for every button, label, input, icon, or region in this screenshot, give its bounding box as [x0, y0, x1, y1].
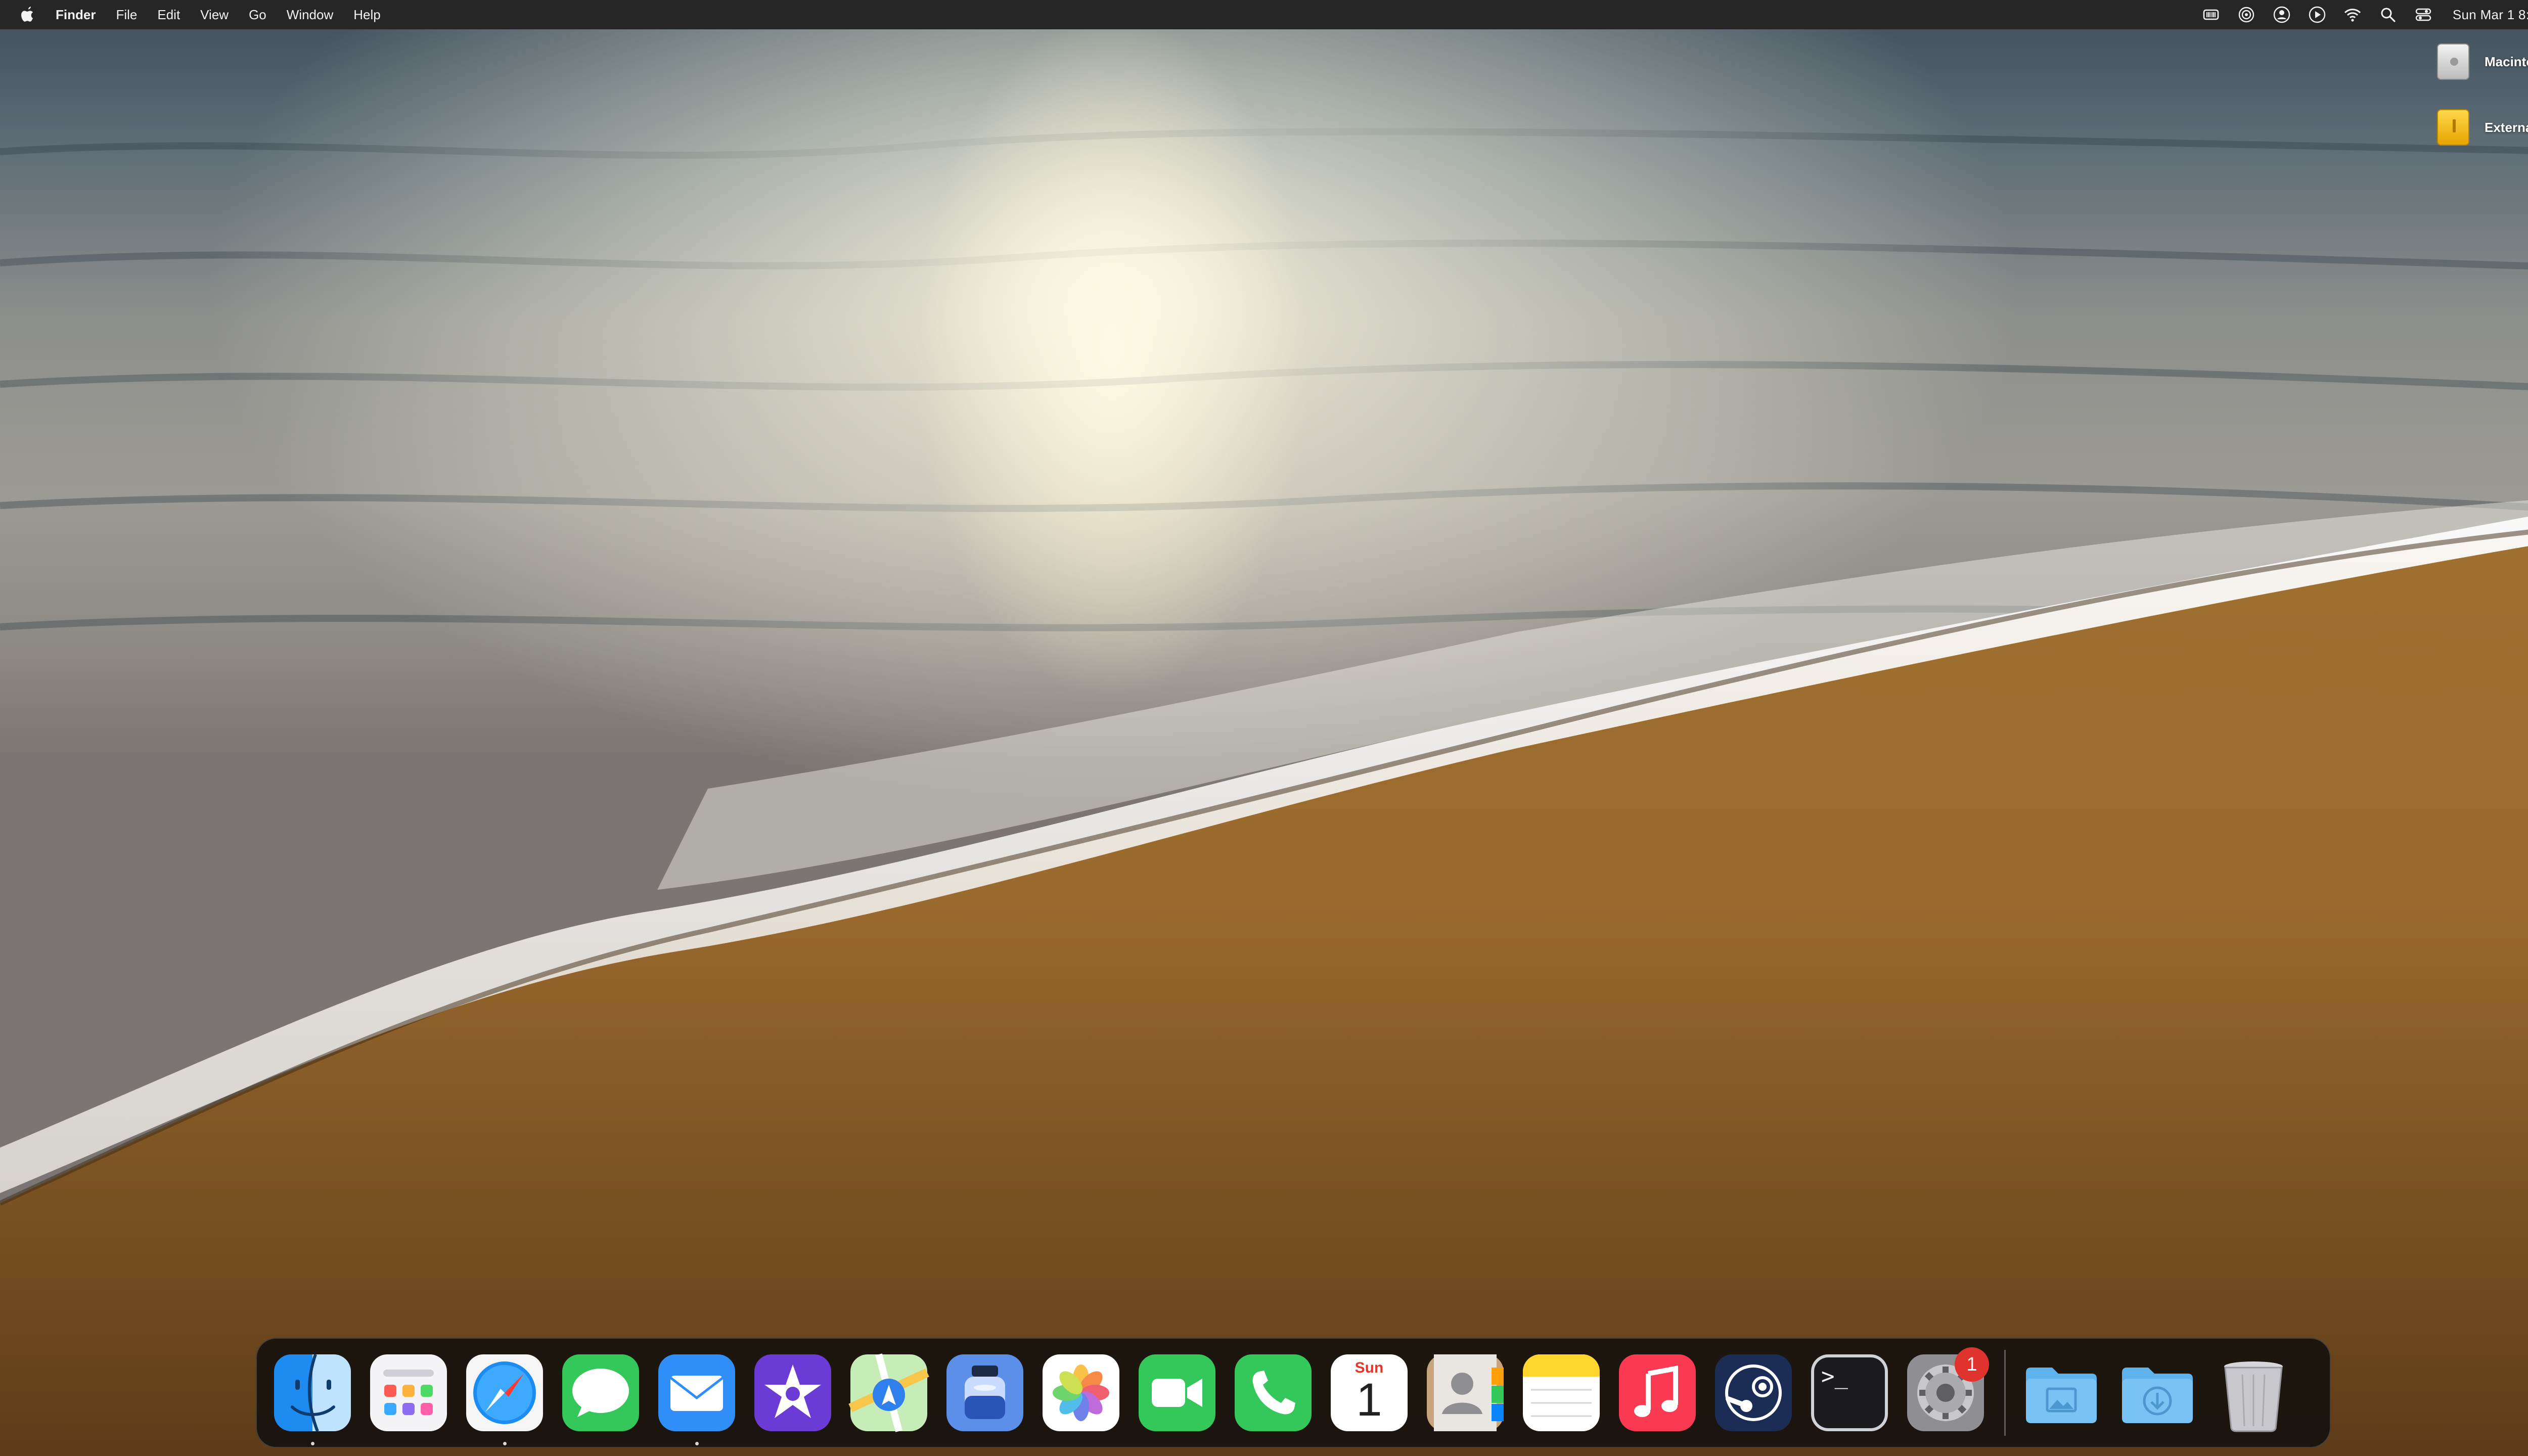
play-icon[interactable] — [2308, 6, 2326, 24]
menu-edit[interactable]: Edit — [157, 7, 180, 23]
dock-launchpad[interactable] — [368, 1352, 449, 1433]
dock-imovie[interactable] — [752, 1352, 833, 1433]
dock-safari[interactable] — [464, 1352, 545, 1445]
maps-icon — [848, 1353, 929, 1432]
dock-contacts[interactable] — [1425, 1352, 1506, 1433]
downloads-folder-icon — [2122, 1368, 2193, 1423]
imovie-icon — [754, 1354, 831, 1431]
dock-mail[interactable] — [656, 1352, 737, 1445]
dock-ink[interactable] — [944, 1352, 1025, 1433]
contacts-icon — [1427, 1354, 1504, 1431]
launchpad-icon — [370, 1354, 447, 1431]
running-indicator — [695, 1442, 699, 1445]
dock-system-settings[interactable]: 1 — [1905, 1347, 1989, 1433]
control-center-icon[interactable] — [2414, 6, 2432, 24]
trash-icon — [2224, 1361, 2283, 1432]
dock-stack-downloads[interactable] — [2117, 1352, 2198, 1433]
search-icon[interactable] — [2379, 6, 2397, 24]
running-indicator — [503, 1442, 507, 1445]
terminal-prompt: >_ — [1821, 1363, 1848, 1389]
beach-scene — [0, 0, 2528, 1456]
dock-maps[interactable] — [848, 1352, 929, 1433]
finder-icon — [274, 1354, 351, 1432]
menu-bar: Finder File Edit View Go Window Help Sun… — [0, 0, 2528, 29]
photos-icon — [1043, 1354, 1119, 1431]
dock-music[interactable] — [1617, 1352, 1698, 1433]
dock-calendar[interactable]: Sun 1 — [1329, 1352, 1410, 1433]
menu-help[interactable]: Help — [353, 7, 380, 23]
menu-app-name[interactable]: Finder — [56, 7, 96, 23]
music-icon — [1619, 1354, 1696, 1431]
desktop-icon-label: External HD — [2485, 119, 2528, 135]
dock-notes[interactable] — [1521, 1352, 1602, 1433]
dock-separator — [2004, 1350, 2006, 1436]
desktop-icon-label: Macintosh HD — [2485, 54, 2528, 69]
dock-steam[interactable] — [1713, 1352, 1794, 1433]
dock-phone[interactable] — [1233, 1352, 1314, 1433]
desktop-wallpaper — [0, 0, 2528, 1456]
internal-drive-icon — [2437, 43, 2469, 80]
dock-facetime[interactable] — [1137, 1352, 1217, 1433]
pictures-folder-icon — [2026, 1368, 2097, 1423]
dock-terminal[interactable]: >_ — [1809, 1352, 1890, 1433]
phone-icon — [1235, 1354, 1312, 1431]
messages-icon — [562, 1354, 639, 1431]
dock-messages[interactable] — [560, 1352, 641, 1433]
menu-view[interactable]: View — [200, 7, 229, 23]
dock-trash[interactable] — [2213, 1352, 2294, 1433]
desktop-icon-macintosh-hd[interactable]: Macintosh HD — [2437, 43, 2528, 80]
menu-file[interactable]: File — [116, 7, 137, 23]
menu-go[interactable]: Go — [249, 7, 266, 23]
facetime-icon — [1139, 1354, 1215, 1431]
apple-logo-icon[interactable] — [20, 6, 35, 23]
dock-photos[interactable] — [1041, 1352, 1121, 1433]
running-indicator — [311, 1442, 314, 1445]
dock: Sun 1 >_ 1 — [256, 1338, 2331, 1448]
steam-icon — [1715, 1354, 1792, 1431]
notification-badge: 1 — [1955, 1347, 1989, 1382]
ink-bottle-icon — [946, 1354, 1023, 1431]
notes-icon — [1523, 1354, 1600, 1431]
dock-finder[interactable] — [272, 1352, 353, 1445]
menu-window[interactable]: Window — [287, 7, 333, 23]
dock-stack-pictures[interactable] — [2021, 1352, 2102, 1433]
desktop-icon-external-hd[interactable]: External HD — [2437, 109, 2528, 146]
external-drive-icon — [2437, 109, 2469, 146]
mail-icon — [658, 1354, 735, 1431]
user-icon[interactable] — [2273, 6, 2291, 24]
gamepad-icon[interactable] — [2202, 6, 2220, 24]
airdrop-icon[interactable] — [2237, 6, 2255, 24]
wifi-icon[interactable] — [2343, 6, 2362, 24]
calendar-day: 1 — [1356, 1374, 1382, 1426]
menu-clock[interactable]: Sun Mar 1 8:07 PM — [2453, 7, 2528, 23]
safari-icon — [466, 1354, 543, 1431]
